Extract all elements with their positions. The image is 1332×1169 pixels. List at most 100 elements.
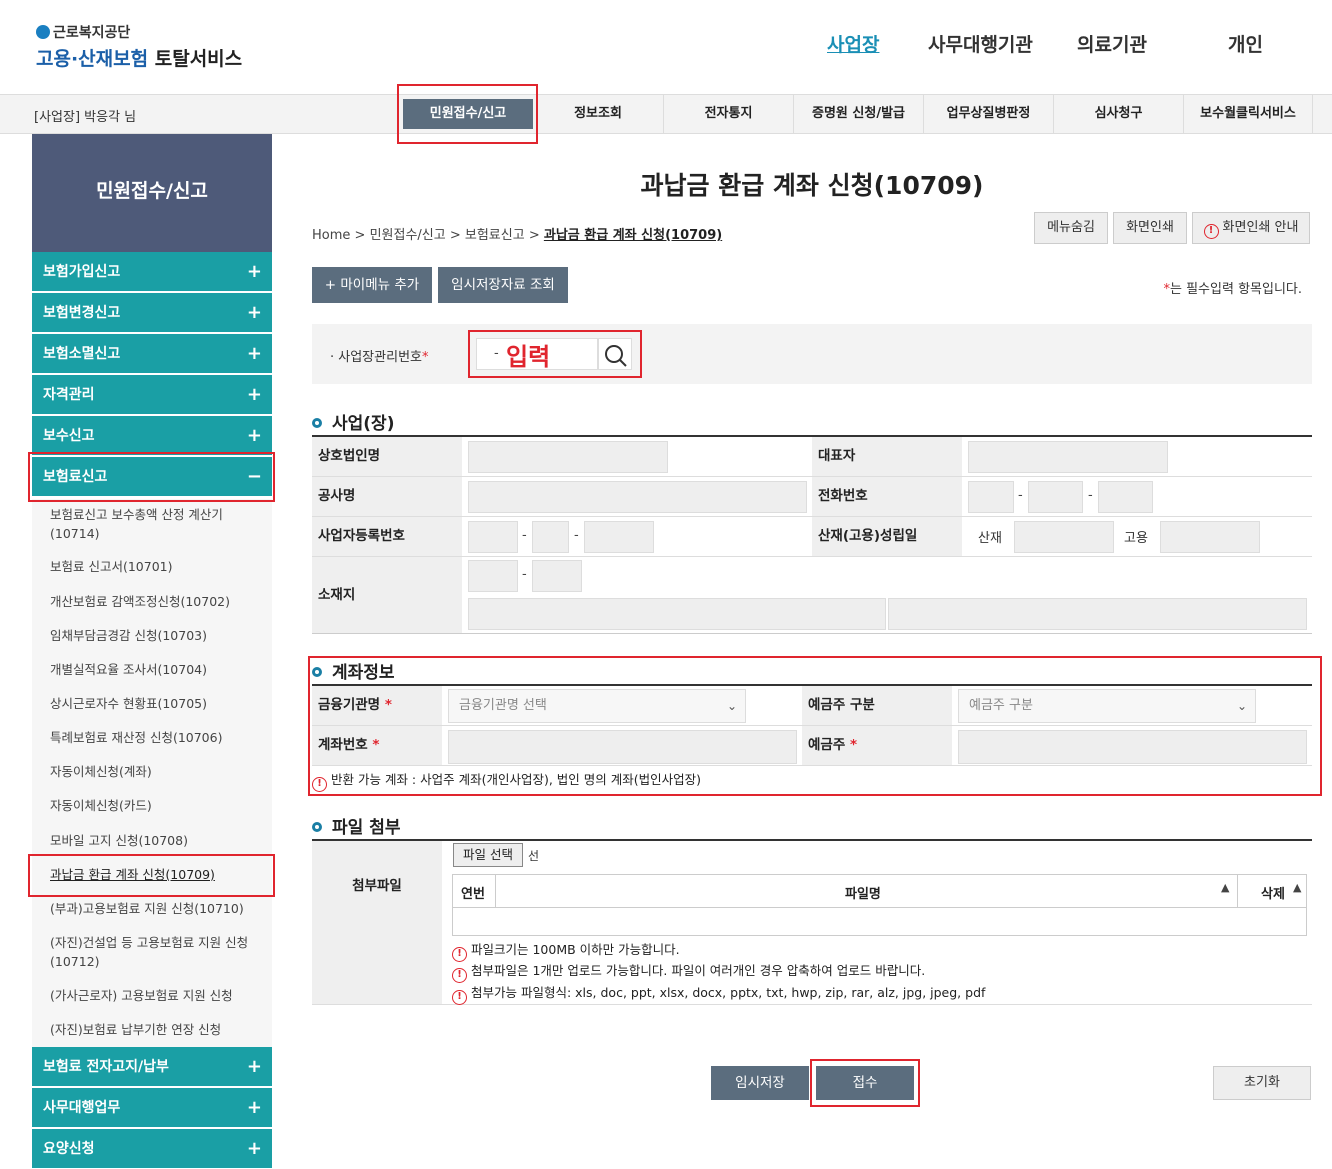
plus-icon: +: [246, 1056, 262, 1077]
side-nav-sub-10712[interactable]: (자진)건설업 등 고용보험료 지원 신청: [50, 933, 272, 953]
service-logo[interactable]: 고용·산재보험 토탈서비스: [36, 44, 242, 71]
phone-field-2[interactable]: [1028, 481, 1083, 513]
side-nav-sub-10708[interactable]: 모바일 고지 신청(10708): [50, 831, 272, 851]
side-nav-change[interactable]: 보험변경신고 +: [32, 293, 272, 333]
plus-icon: +: [246, 1097, 262, 1118]
ceo-label: 대표자: [812, 437, 962, 476]
phone-dash-2: -: [1088, 488, 1093, 503]
breadcrumb: Home > 민원접수/신고 > 보험료신고 > 과납금 환급 계좌 신청(10…: [312, 228, 723, 243]
sort-icon[interactable]: ▲: [1293, 881, 1301, 894]
address-field-1[interactable]: [468, 598, 886, 630]
plus-icon: +: [246, 302, 262, 323]
regno-field-2[interactable]: [532, 521, 569, 553]
side-nav-sub-10710[interactable]: (부과)고용보험료 지원 신청(10710): [50, 899, 272, 919]
reset-button[interactable]: 초기화: [1213, 1066, 1311, 1100]
topnav-agency[interactable]: 사무대행기관: [928, 30, 1033, 57]
plus-icon: +: [246, 261, 262, 282]
side-nav-termination[interactable]: 보험소멸신고 +: [32, 334, 272, 374]
regno-field-1[interactable]: [468, 521, 518, 553]
temp-data-view-button[interactable]: 임시저장자료 조회: [438, 267, 568, 303]
phone-field-3[interactable]: [1098, 481, 1153, 513]
address-field-2[interactable]: [888, 598, 1307, 630]
zip-field-1[interactable]: [468, 560, 518, 592]
gnb-item-disease[interactable]: 업무상질병판정: [923, 95, 1053, 133]
side-nav-sub-10704[interactable]: 개별실적요율 조사서(10704): [50, 660, 272, 680]
side-nav-sub-calc[interactable]: 보험료신고 보수총액 산정 계산기: [50, 505, 272, 525]
regno-dash-1: -: [522, 528, 527, 543]
side-nav-e-bill[interactable]: 보험료 전자고지/납부 +: [32, 1047, 272, 1087]
sort-icon[interactable]: ▲: [1221, 881, 1229, 894]
page-title: 과납금 환급 계좌 신청(10709): [640, 171, 984, 200]
phone-field-1[interactable]: [968, 481, 1014, 513]
gnb-item-review[interactable]: 심사청구: [1053, 95, 1183, 133]
regno-label: 사업자등록번호: [312, 517, 462, 556]
print-guide-button[interactable]: ! 화면인쇄 안내: [1192, 212, 1310, 244]
warning-icon: !: [1203, 224, 1219, 239]
side-nav-sub-autopay-account[interactable]: 자동이체신청(계좌): [50, 762, 272, 782]
file-list-table: 연번 파일명 ▲ 삭제 ▲: [452, 874, 1307, 936]
side-nav-title: 민원접수/신고: [32, 134, 272, 252]
user-greeting: [사업장] 박응각 님: [34, 110, 137, 125]
gnb-item-notice[interactable]: 전자통지: [663, 95, 793, 133]
gnb-item-pay-click[interactable]: 보수월클릭서비스: [1183, 95, 1313, 133]
file-col-name[interactable]: 파일명: [845, 883, 881, 902]
side-nav-agency-work[interactable]: 사무대행업무 +: [32, 1088, 272, 1128]
side-nav-wage[interactable]: 보수신고 +: [32, 416, 272, 456]
topnav-business[interactable]: 사업장: [827, 30, 879, 57]
side-nav-medical-care[interactable]: 요양신청 +: [32, 1129, 272, 1169]
side-nav-sub-extension[interactable]: (자진)보험료 납부기한 연장 신청: [50, 1020, 272, 1040]
warning-icon: !: [452, 968, 467, 983]
breadcrumb-current[interactable]: 과납금 환급 계좌 신청(10709): [544, 228, 722, 243]
file-col-delete[interactable]: 삭제: [1261, 883, 1285, 902]
topnav-personal[interactable]: 개인: [1228, 30, 1263, 57]
print-button[interactable]: 화면인쇄: [1113, 212, 1187, 244]
add-mymenu-button[interactable]: + 마이메뉴 추가: [312, 267, 432, 303]
goyong-date-field[interactable]: [1160, 521, 1260, 553]
warning-icon: !: [452, 990, 467, 1005]
sanjae-label: 산재: [978, 531, 1002, 546]
business-number-search: [312, 324, 1312, 384]
breadcrumb-home[interactable]: Home: [312, 228, 350, 243]
file-notice-format: ! 첨부가능 파일형식: xls, doc, ppt, xlsx, docx, p…: [452, 982, 985, 1005]
side-nav-sub-autopay-card[interactable]: 자동이체신청(카드): [50, 796, 272, 816]
breadcrumb-premium[interactable]: 보험료신고: [465, 228, 525, 243]
construction-field[interactable]: [468, 481, 807, 513]
side-nav-sub-10705[interactable]: 상시근로자수 현황표(10705): [50, 694, 272, 714]
file-choose-status: 선: [528, 849, 540, 863]
file-notice-size: ! 파일크기는 100MB 이하만 가능합니다.: [452, 939, 680, 962]
hide-menu-button[interactable]: 메뉴숨김: [1034, 212, 1108, 244]
required-note: *는 필수입력 항목입니다.: [1163, 282, 1303, 297]
side-nav-sub-10702[interactable]: 개산보험료 감액조정신청(10702): [50, 592, 272, 612]
main-menu-bar: [사업장] 박응각 님 민원접수/신고 정보조회 전자통지 증명원 신청/발급 …: [0, 94, 1332, 134]
side-nav-qualification[interactable]: 자격관리 +: [32, 375, 272, 415]
ceo-field[interactable]: [968, 441, 1168, 473]
temp-save-button[interactable]: 임시저장: [711, 1066, 809, 1100]
sanjae-date-field[interactable]: [1014, 521, 1114, 553]
file-notice-count: ! 첨부파일은 1개만 업로드 가능합니다. 파일이 여러개인 경우 압축하여 업…: [452, 960, 925, 983]
establish-label: 산재(고용)성립일: [812, 517, 962, 556]
side-nav-sub-calc-code[interactable]: (10714): [50, 524, 272, 544]
col-divider: [1237, 875, 1238, 908]
bullet-icon: [312, 418, 322, 428]
business-number-label: · 사업장관리번호*: [330, 350, 429, 365]
side-nav-sub-10712-code[interactable]: (10712): [50, 952, 272, 972]
zip-field-2[interactable]: [532, 560, 582, 592]
side-nav-join[interactable]: 보험가입신고 +: [32, 252, 272, 292]
gnb-item-info[interactable]: 정보조회: [533, 95, 663, 133]
org-logo[interactable]: 근로복지공단: [36, 22, 130, 42]
breadcrumb-civil[interactable]: 민원접수/신고: [370, 228, 446, 243]
highlight-submit: [810, 1059, 920, 1107]
file-choose-button[interactable]: 파일 선택: [453, 843, 523, 867]
side-nav-sub-10701[interactable]: 보험료 신고서(10701): [50, 557, 272, 577]
business-section-title: 사업(장): [312, 409, 394, 434]
topnav-medical[interactable]: 의료기관: [1077, 30, 1147, 57]
gnb-item-certificate[interactable]: 증명원 신청/발급: [793, 95, 923, 133]
attach-label: 첨부파일: [312, 841, 442, 1004]
phone-dash-1: -: [1018, 488, 1023, 503]
plus-icon: +: [246, 384, 262, 405]
side-nav-sub-domestic[interactable]: (가사근로자) 고용보험료 지원 신청: [50, 986, 272, 1006]
side-nav-sub-10706[interactable]: 특례보험료 재산정 신청(10706): [50, 728, 272, 748]
side-nav-sub-10703[interactable]: 임채부담금경감 신청(10703): [50, 626, 272, 646]
company-field[interactable]: [468, 441, 668, 473]
regno-field-3[interactable]: [584, 521, 654, 553]
